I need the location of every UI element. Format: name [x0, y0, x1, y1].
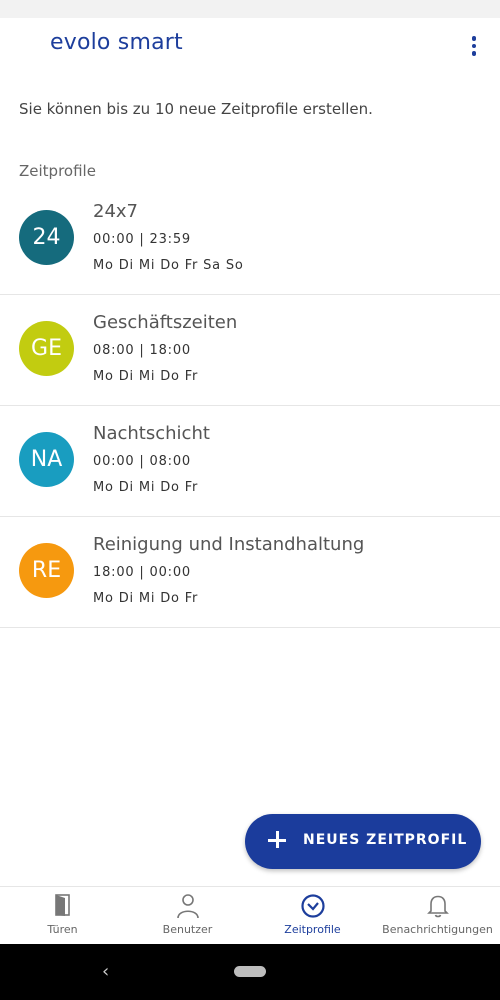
system-nav-bar: ‹ [0, 944, 500, 1000]
profile-name: 24x7 [93, 201, 139, 222]
nav-item-zeitprofile[interactable]: Zeitprofile [250, 887, 375, 945]
fab-label: NEUES ZEITPROFIL [303, 832, 468, 848]
plus-icon [267, 829, 287, 849]
profile-item-24x7[interactable]: 24 24x7 00:00 | 23:59 Mo Di Mi Do Fr Sa … [0, 184, 500, 295]
more-vert-icon[interactable] [462, 31, 486, 61]
status-bar [0, 0, 500, 18]
nav-label: Benutzer [162, 923, 213, 936]
nav-item-benutzer[interactable]: Benutzer [125, 887, 250, 945]
nav-item-tueren[interactable]: Türen [0, 887, 125, 945]
profile-days: Mo Di Mi Do Fr [93, 591, 199, 606]
app-title: evolo smart [50, 30, 183, 55]
profile-avatar: GE [19, 321, 74, 376]
profile-time: 00:00 | 23:59 [93, 232, 191, 247]
profile-days: Mo Di Mi Do Fr [93, 480, 199, 495]
door-icon [52, 893, 74, 921]
clock-icon [300, 893, 326, 923]
info-text: Sie können bis zu 10 neue Zeitprofile er… [19, 100, 373, 118]
nav-item-benachrichtigungen[interactable]: Benachrichtigungen [375, 887, 500, 945]
profile-time: 00:00 | 08:00 [93, 454, 191, 469]
profile-avatar: NA [19, 432, 74, 487]
nav-label: Zeitprofile [284, 923, 341, 936]
section-label: Zeitprofile [19, 162, 96, 180]
nav-label: Benachrichtigungen [382, 923, 493, 936]
profile-name: Nachtschicht [93, 423, 210, 444]
profile-days: Mo Di Mi Do Fr [93, 369, 199, 384]
profile-time: 18:00 | 00:00 [93, 565, 191, 580]
profile-item-nachtschicht[interactable]: NA Nachtschicht 00:00 | 08:00 Mo Di Mi D… [0, 406, 500, 517]
profile-avatar: RE [19, 543, 74, 598]
profile-time: 08:00 | 18:00 [93, 343, 191, 358]
profile-name: Geschäftszeiten [93, 312, 238, 333]
home-pill-icon[interactable] [234, 966, 266, 977]
profile-list: 24 24x7 00:00 | 23:59 Mo Di Mi Do Fr Sa … [0, 184, 500, 628]
app-bar: evolo smart [0, 18, 500, 74]
profile-days: Mo Di Mi Do Fr Sa So [93, 258, 244, 273]
profile-name: Reinigung und Instandhaltung [93, 534, 365, 555]
back-icon[interactable]: ‹ [102, 961, 109, 982]
person-icon [176, 893, 200, 923]
profile-avatar: 24 [19, 210, 74, 265]
nav-label: Türen [47, 923, 78, 936]
profile-item-reinigung[interactable]: RE Reinigung und Instandhaltung 18:00 | … [0, 517, 500, 628]
new-time-profile-button[interactable]: NEUES ZEITPROFIL [245, 814, 481, 869]
profile-item-geschaeftszeiten[interactable]: GE Geschäftszeiten 08:00 | 18:00 Mo Di M… [0, 295, 500, 406]
bell-icon [426, 893, 450, 923]
bottom-nav: Türen Benutzer Zeitprofile Benachrichtig… [0, 886, 500, 945]
